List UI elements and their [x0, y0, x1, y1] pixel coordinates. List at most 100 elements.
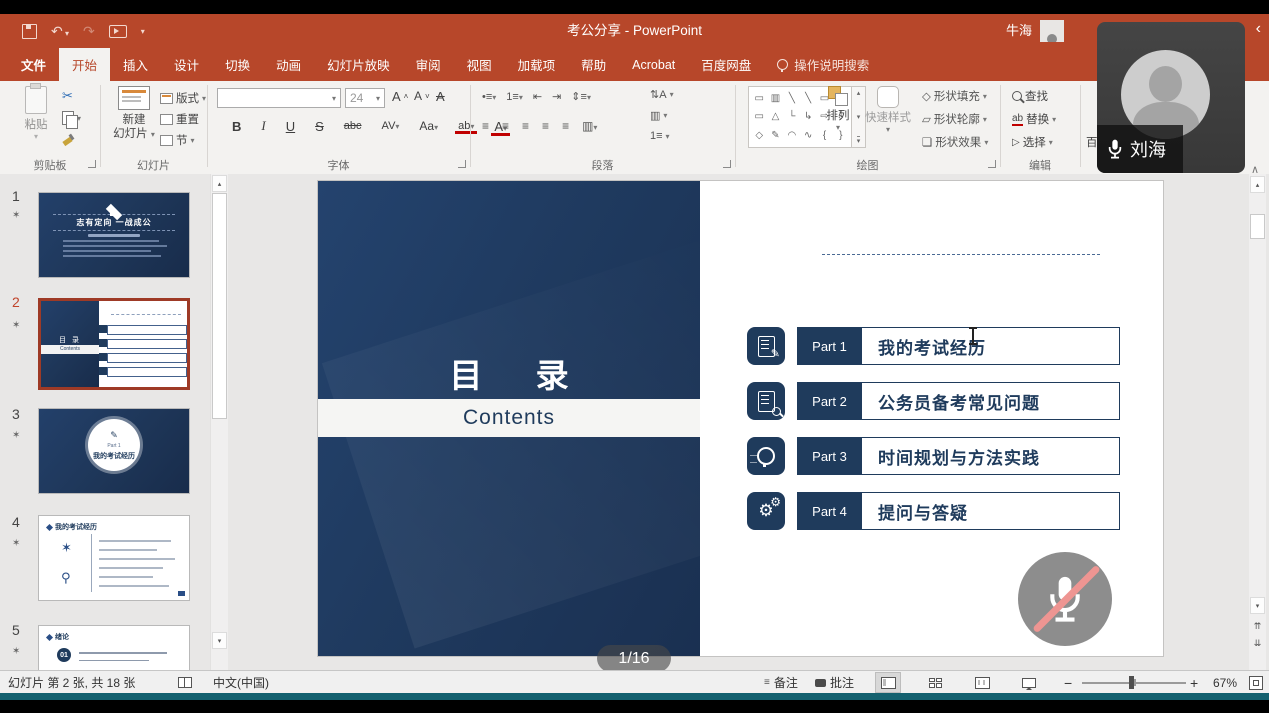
bold-button[interactable]: B	[228, 118, 245, 135]
tab-acrobat[interactable]: Acrobat	[619, 48, 688, 81]
tab-baidu-netdisk[interactable]: 百度网盘	[688, 48, 764, 81]
replace-button[interactable]: ab替换▾	[1012, 111, 1056, 127]
justify-button[interactable]: ≡	[542, 119, 549, 133]
chevron-left-icon[interactable]: ‹	[1256, 20, 1261, 38]
format-painter-button[interactable]	[62, 133, 74, 145]
spellcheck-book-icon[interactable]	[178, 671, 192, 694]
zoom-slider-thumb[interactable]	[1129, 676, 1134, 689]
scroll-down-button[interactable]: ▾	[212, 632, 227, 649]
columns-button[interactable]: ▥▾	[582, 119, 597, 133]
quick-styles-button[interactable]: 快速样式▾	[860, 86, 916, 135]
numbering-button[interactable]: 1≡▾	[506, 91, 523, 103]
italic-button[interactable]: I	[257, 117, 269, 135]
toc-row-3[interactable]: Part 3 时间规划与方法实践	[747, 437, 1120, 475]
microphone-mute-button[interactable]	[1018, 552, 1112, 646]
animation-star-icon[interactable]: ✶	[12, 646, 20, 657]
slide-thumbnail-3[interactable]: ✎ Part 1 我的考试经历	[38, 408, 190, 494]
animation-star-icon[interactable]: ✶	[12, 210, 20, 221]
toc-row-2[interactable]: Part 2 公务员备考常见问题	[747, 382, 1120, 420]
toc-row-4[interactable]: ⚙⚙ Part 4 提问与答疑	[747, 492, 1120, 530]
notes-button[interactable]: ≡备注	[764, 671, 798, 694]
distribute-button[interactable]: ≡	[562, 119, 569, 133]
reset-button[interactable]: 重置	[160, 111, 199, 127]
slide-thumbnail-5[interactable]: 绪论 01 02	[38, 625, 190, 670]
font-dialog-launcher[interactable]	[458, 160, 466, 168]
align-left-button[interactable]: ≡	[482, 119, 489, 133]
tab-slideshow[interactable]: 幻灯片放映	[314, 48, 403, 81]
align-center-button[interactable]: ≡	[502, 119, 509, 133]
tab-home[interactable]: 开始	[59, 48, 110, 81]
scroll-down-button[interactable]: ▾	[1250, 597, 1265, 614]
slide-sorter-view-button[interactable]	[922, 672, 948, 693]
highlight-color-button[interactable]: ab▾	[454, 119, 478, 133]
scrollbar-thumb[interactable]	[212, 193, 227, 419]
paragraph-dialog-launcher[interactable]	[723, 160, 731, 168]
next-slide-button[interactable]: ⇊	[1250, 636, 1265, 651]
clipboard-dialog-launcher[interactable]	[88, 160, 96, 168]
tab-insert[interactable]: 插入	[110, 48, 161, 81]
bullets-button[interactable]: •≡▾	[482, 91, 496, 103]
shape-outline-button[interactable]: ▱形状轮廓▾	[922, 111, 987, 127]
animation-star-icon[interactable]: ✶	[12, 320, 20, 331]
tab-help[interactable]: 帮助	[568, 48, 619, 81]
section-button[interactable]: 节▾	[160, 132, 195, 148]
layout-button[interactable]: 版式▾	[160, 90, 206, 106]
slide-subtitle[interactable]: Contents	[463, 406, 555, 430]
underline-button[interactable]: U	[282, 118, 299, 135]
tab-review[interactable]: 审阅	[403, 48, 454, 81]
main-scrollbar[interactable]: ▴ ▾	[1249, 174, 1266, 670]
copy-button[interactable]: ▾	[62, 111, 81, 125]
tab-file[interactable]: 文件	[8, 48, 59, 81]
tab-animations[interactable]: 动画	[263, 48, 314, 81]
previous-slide-button[interactable]: ⇈	[1250, 619, 1265, 634]
increase-indent-button[interactable]: ⇥	[552, 90, 561, 103]
scroll-up-button[interactable]: ▴	[1250, 176, 1265, 193]
new-slide-button[interactable]: 新建 幻灯片 ▾	[108, 86, 160, 142]
scrollbar-thumb[interactable]	[1250, 214, 1265, 239]
align-text-button[interactable]: ▥▾	[650, 109, 667, 122]
thumbnail-scrollbar[interactable]: ▴ ▾	[210, 174, 228, 670]
tab-addins[interactable]: 加载项	[505, 48, 569, 81]
language-indicator[interactable]: 中文(中国)	[213, 671, 269, 694]
animation-star-icon[interactable]: ✶	[12, 430, 20, 441]
find-button[interactable]: 查找	[1012, 88, 1048, 104]
slide-title[interactable]: 目 录	[318, 349, 700, 397]
normal-view-button[interactable]	[875, 672, 901, 693]
strikethrough-button[interactable]: S	[311, 118, 328, 135]
toc-row-1[interactable]: ✎ Part 1 我的考试经历	[747, 327, 1120, 365]
fit-to-window-button[interactable]	[1249, 671, 1263, 694]
slide-counter[interactable]: 幻灯片 第 2 张, 共 18 张	[8, 671, 135, 694]
select-button[interactable]: ▷选择▾	[1012, 134, 1053, 150]
animation-star-icon[interactable]: ✶	[12, 538, 20, 549]
drawing-dialog-launcher[interactable]	[988, 160, 996, 168]
shape-fill-button[interactable]: ◇形状填充▾	[922, 88, 987, 104]
slide-thumbnail-4[interactable]: 我的考试经历 ✶ ⚲	[38, 515, 190, 601]
scroll-up-button[interactable]: ▴	[212, 175, 227, 192]
text-direction-button[interactable]: ⇅A▾	[650, 88, 674, 101]
slideshow-view-button[interactable]	[1016, 672, 1042, 693]
webcam-overlay[interactable]: 刘海	[1097, 22, 1245, 173]
font-size-combo[interactable]: 24▾	[345, 88, 385, 108]
shape-effects-button[interactable]: ❏形状效果▾	[922, 134, 988, 150]
account-avatar[interactable]	[1040, 20, 1064, 42]
convert-smartart-button[interactable]: 1≡▾	[650, 130, 670, 142]
paste-button[interactable]: 粘贴▾	[14, 86, 58, 142]
account-name[interactable]: 牛海	[1006, 14, 1032, 48]
font-name-combo[interactable]: ▾	[217, 88, 341, 108]
tell-me-search[interactable]: 操作说明搜索	[764, 48, 882, 81]
line-spacing-button[interactable]: ⇕≡▾	[571, 90, 591, 103]
arrange-button[interactable]: 排列▾	[816, 86, 860, 133]
slide-thumbnail-1[interactable]: 志有定向 一战成公	[38, 192, 190, 278]
cut-button[interactable]: ✂	[62, 89, 73, 104]
slide-thumbnail-2-selected[interactable]: 目 录 Contents	[38, 298, 190, 390]
reading-view-button[interactable]	[969, 672, 995, 693]
comments-button[interactable]: 批注	[815, 671, 854, 694]
align-right-button[interactable]: ≡	[522, 119, 529, 133]
zoom-in-button[interactable]: +	[1190, 671, 1198, 694]
clear-formatting-button[interactable]: A	[436, 89, 445, 104]
text-shadow-button[interactable]: abc	[340, 119, 366, 133]
zoom-level[interactable]: 67%	[1213, 671, 1237, 694]
slide-left-image-panel[interactable]: 目 录 Contents	[318, 181, 700, 656]
tab-transitions[interactable]: 切换	[212, 48, 263, 81]
zoom-out-button[interactable]: −	[1064, 671, 1072, 694]
